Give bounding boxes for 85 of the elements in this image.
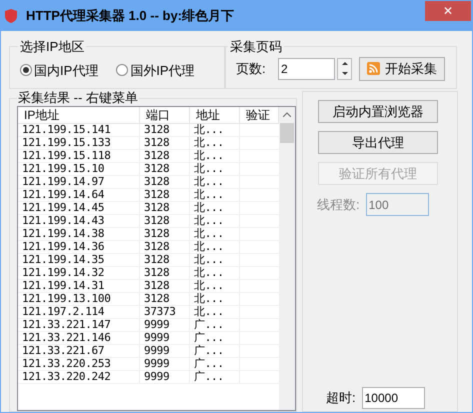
table-cell: 3128 — [140, 202, 190, 214]
table-cell: 121.199.14.43 — [18, 215, 140, 227]
table-cell: 北... — [190, 280, 240, 292]
table-cell: 9999 — [140, 371, 190, 383]
table-cell: 3128 — [140, 293, 190, 305]
radio-option[interactable]: 国内IP代理 — [20, 60, 98, 80]
table-cell: 121.199.13.100 — [18, 293, 140, 305]
group-title: 采集页码 — [229, 38, 283, 56]
table-cell: 北... — [190, 228, 240, 240]
table-cell: 北... — [190, 137, 240, 149]
table-cell: 广... — [190, 371, 240, 383]
close-button[interactable]: ✕ — [425, 1, 471, 21]
table-cell: 121.199.14.35 — [18, 254, 140, 266]
table-cell: 3128 — [140, 228, 190, 240]
action-button[interactable]: 启动内置浏览器 — [318, 100, 438, 123]
table-cell: 3128 — [140, 254, 190, 266]
table-cell: 121.199.14.38 — [18, 228, 140, 240]
table-cell: 北... — [190, 150, 240, 162]
table-cell: 121.199.15.118 — [18, 150, 140, 162]
table-cell: 3128 — [140, 176, 190, 188]
column-header[interactable]: 端口 — [140, 107, 190, 123]
column-header[interactable]: IP地址 — [18, 107, 140, 123]
table-cell: 3128 — [140, 124, 190, 136]
up-arrow-icon — [342, 62, 348, 65]
table-cell: 北... — [190, 176, 240, 188]
action-button[interactable]: 导出代理 — [318, 131, 438, 154]
table-cell: 北... — [190, 124, 240, 136]
pages-field[interactable]: 2 — [278, 58, 335, 80]
table-cell: 北... — [190, 306, 240, 318]
table-cell: 3128 — [140, 189, 190, 201]
table-cell: 北... — [190, 189, 240, 201]
table-cell: 北... — [190, 202, 240, 214]
table-cell: 广... — [190, 332, 240, 344]
table-cell: 121.199.14.97 — [18, 176, 140, 188]
column-header[interactable]: 地址 — [190, 107, 240, 123]
table-cell: 北... — [190, 293, 240, 305]
window-title: HTTP代理采集器 1.0 -- by:绯色月下 — [26, 7, 234, 26]
table-cell: 北... — [190, 163, 240, 175]
table-cell: 北... — [190, 241, 240, 253]
table-cell: 3128 — [140, 163, 190, 175]
pages-label: 页数: — [236, 60, 267, 78]
rss-icon — [367, 62, 380, 75]
table-cell: 9999 — [140, 319, 190, 331]
table-cell: 121.199.14.45 — [18, 202, 140, 214]
table-cell: 北... — [190, 254, 240, 266]
table-cell: 广... — [190, 319, 240, 331]
threads-label: 线程数: — [317, 196, 360, 214]
table-cell: 3128 — [140, 215, 190, 227]
table-cell: 北... — [190, 267, 240, 279]
radio-option[interactable]: 国外IP代理 — [116, 60, 195, 80]
table-cell: 121.199.14.32 — [18, 267, 140, 279]
table-cell: 121.199.15.10 — [18, 163, 140, 175]
table-cell: 121.33.221.146 — [18, 332, 140, 344]
scroll-thumb[interactable] — [280, 123, 294, 143]
spin-control[interactable] — [337, 58, 352, 80]
table-cell: 121.199.14.64 — [18, 189, 140, 201]
table-cell: 121.33.221.67 — [18, 345, 140, 357]
table-cell: 广... — [190, 358, 240, 370]
table-cell: 9999 — [140, 332, 190, 344]
table-cell: 3128 — [140, 137, 190, 149]
group-title: 选择IP地区 — [19, 38, 86, 56]
shield-icon — [4, 8, 18, 24]
start-button[interactable]: 开始采集 — [359, 56, 445, 80]
table-cell: 121.33.221.147 — [18, 319, 140, 331]
table-cell: 3128 — [140, 241, 190, 253]
table-cell: 121.199.15.141 — [18, 124, 140, 136]
table-cell: 3128 — [140, 267, 190, 279]
timeout-label: 超时: — [326, 389, 356, 408]
table-cell: 121.33.220.253 — [18, 358, 140, 370]
table-cell: 121.199.14.31 — [18, 280, 140, 292]
table-cell: 3128 — [140, 280, 190, 292]
down-arrow-icon — [342, 72, 348, 75]
table-cell: 121.33.220.242 — [18, 371, 140, 383]
table-cell: 121.197.2.114 — [18, 306, 140, 318]
table-cell: 9999 — [140, 358, 190, 370]
scrollbar[interactable] — [279, 107, 295, 410]
table-cell: 9999 — [140, 345, 190, 357]
table-cell: 121.199.14.36 — [18, 241, 140, 253]
group-title: 采集结果 -- 右键菜单 — [17, 91, 139, 105]
table-cell: 广... — [190, 345, 240, 357]
timeout-field[interactable]: 10000 — [362, 387, 425, 409]
table-cell: 121.199.15.133 — [18, 137, 140, 149]
table-cell: 3128 — [140, 150, 190, 162]
table-cell: 37373 — [140, 306, 190, 318]
table-cell: 北... — [190, 215, 240, 227]
